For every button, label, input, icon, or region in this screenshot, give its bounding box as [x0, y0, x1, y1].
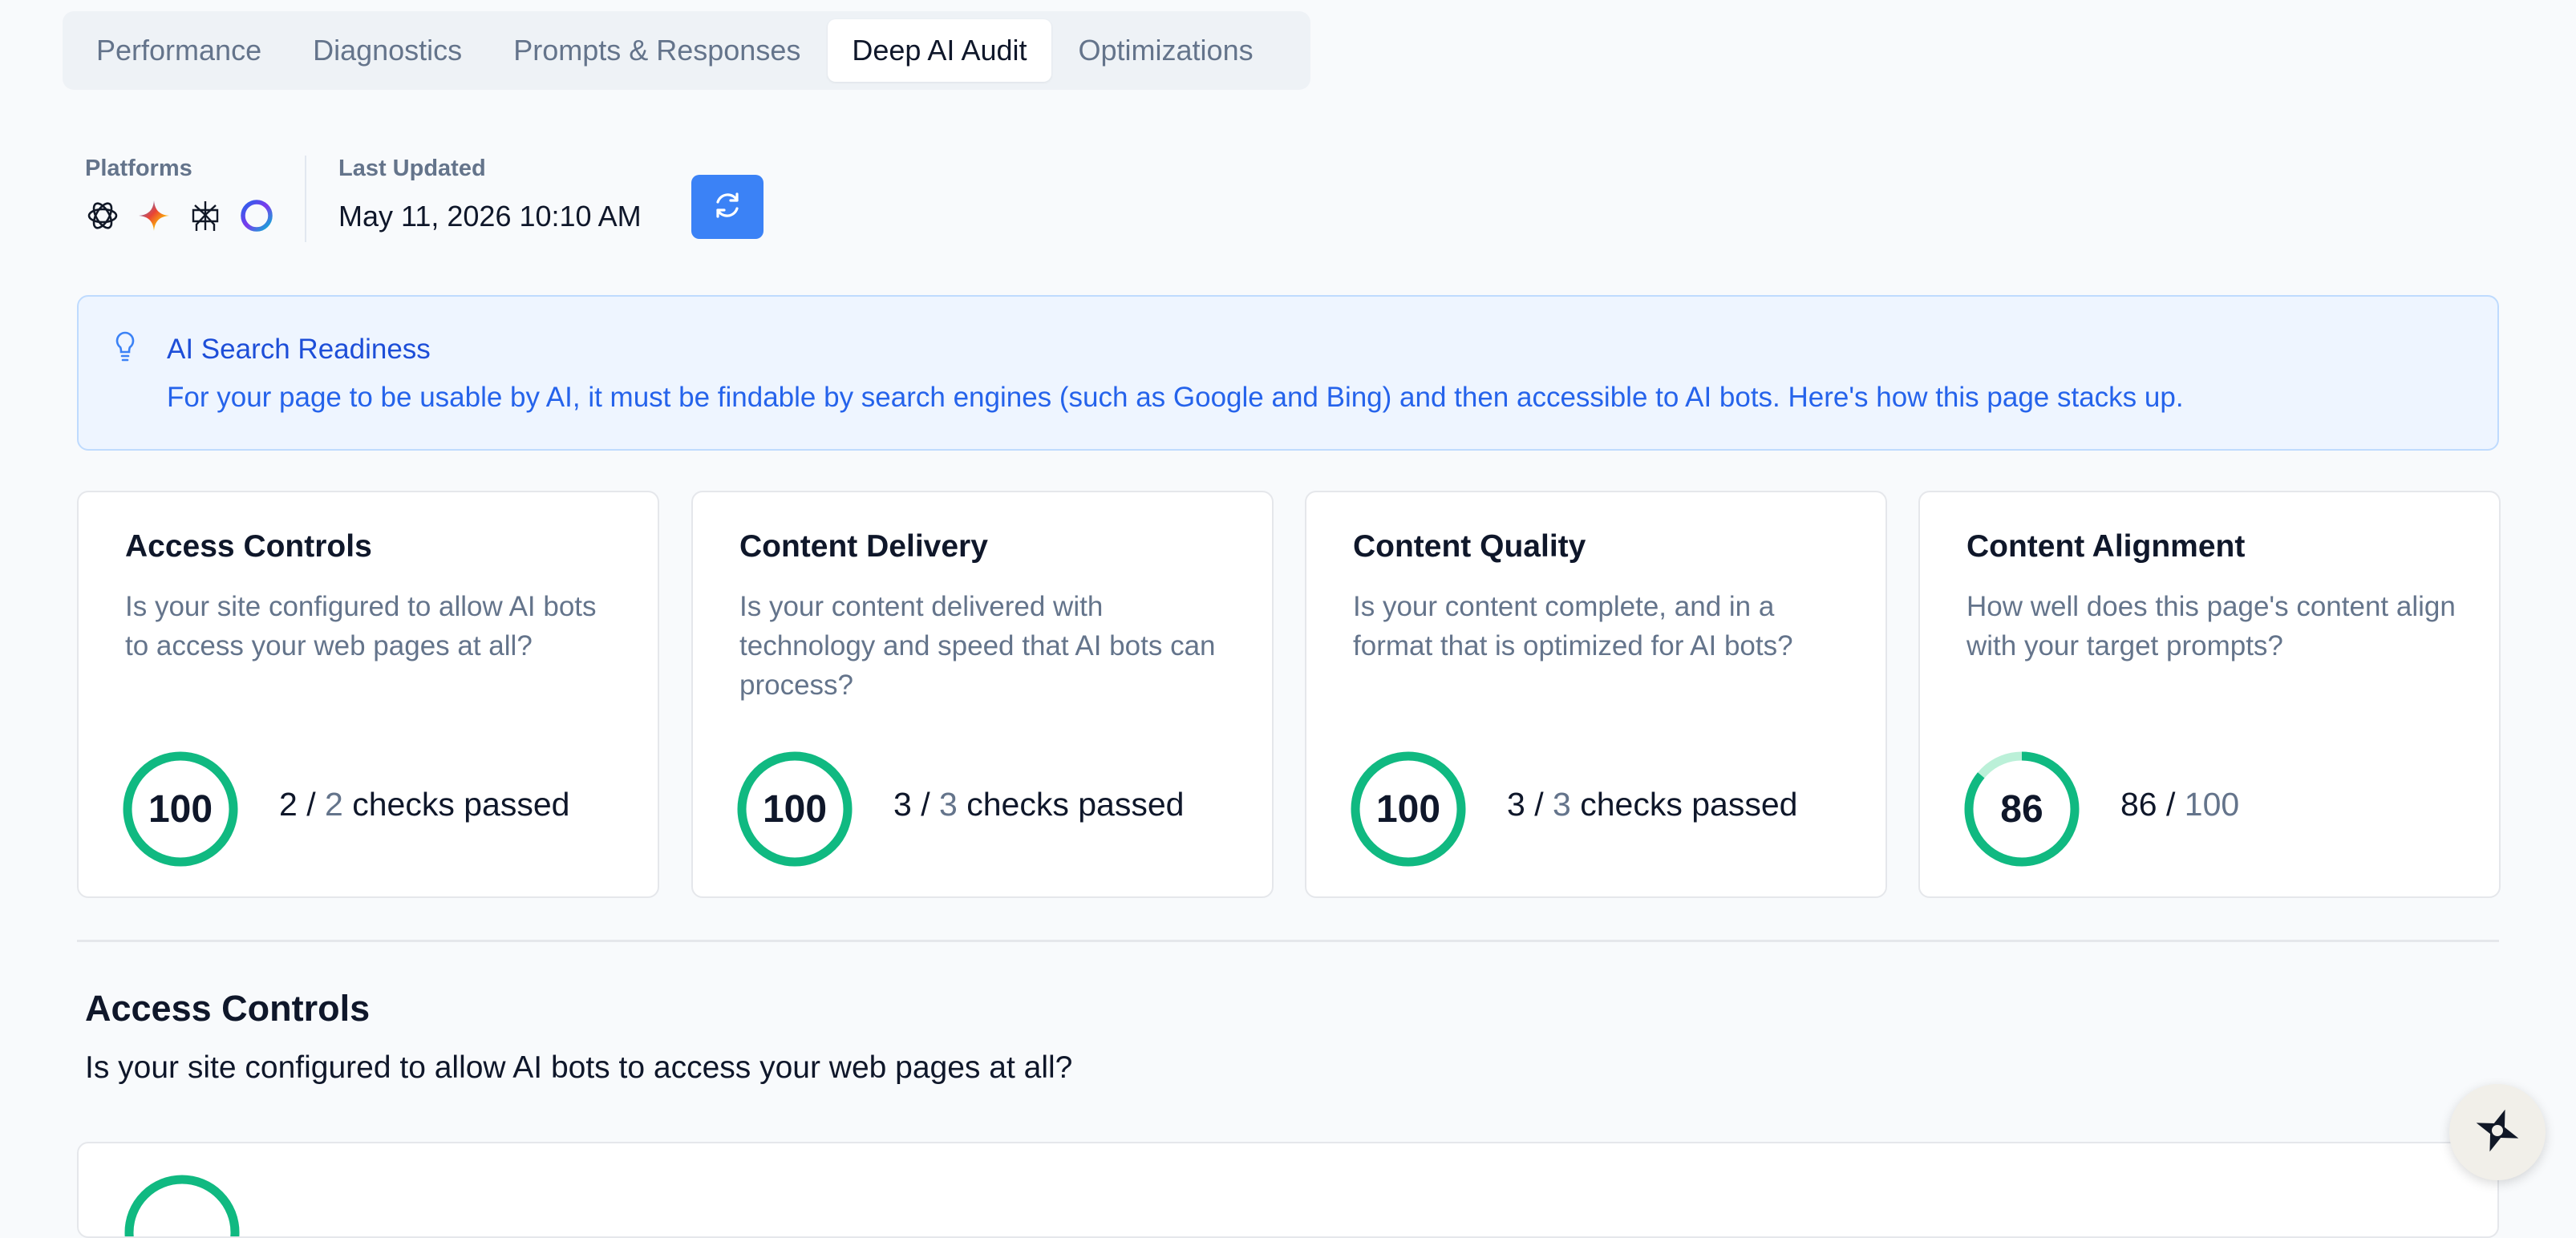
checks-passed: 3 / 3 checks passed — [893, 786, 1185, 823]
access-controls-card[interactable]: Access Controls Is your site configured … — [77, 491, 659, 898]
perplexity-icon — [188, 198, 223, 233]
section-subtitle: Is your site configured to allow AI bots… — [85, 1050, 1073, 1085]
checks-suffix: checks passed — [966, 786, 1185, 823]
total-count: 3 — [1553, 786, 1571, 823]
score-value: 100 — [148, 787, 213, 831]
banner-text: For your page to be usable by AI, it mus… — [167, 382, 2184, 413]
chatgpt-icon — [85, 198, 120, 233]
card-title: Content Alignment — [1966, 529, 2246, 564]
alignment-max: 100 — [2184, 786, 2240, 823]
section-divider — [77, 940, 2499, 942]
tab-prompts-responses[interactable]: Prompts & Responses — [489, 19, 824, 82]
platforms-block: Platforms — [85, 156, 274, 233]
score-ring — [124, 1175, 240, 1236]
tab-performance[interactable]: Performance — [72, 19, 286, 82]
audit-meta: Platforms Last Updated May 11, 2026 10:1… — [85, 156, 642, 242]
access-controls-detail-card — [77, 1142, 2499, 1238]
card-title: Content Delivery — [739, 529, 988, 564]
lightbulb-icon — [114, 330, 136, 370]
score-ring-track — [124, 1175, 240, 1236]
ai-search-readiness-banner: AI Search Readiness For your page to be … — [77, 295, 2499, 451]
card-description: Is your content complete, and in a forma… — [1353, 591, 1793, 661]
card-description: Is your content delivered with technolog… — [739, 591, 1216, 701]
passed-count: 3 — [893, 786, 912, 823]
assistant-button[interactable] — [2449, 1084, 2546, 1180]
passed-count: 2 — [279, 786, 298, 823]
score-value: 100 — [1375, 787, 1441, 831]
last-updated-value: May 11, 2026 10:10 AM — [338, 200, 642, 233]
copilot-icon — [239, 198, 274, 233]
score-value: 86 — [2000, 787, 2043, 831]
alignment-score: 86 / 100 — [2120, 786, 2240, 823]
card-description: Is your site configured to allow AI bots… — [125, 591, 597, 661]
passed-count: 3 — [1507, 786, 1525, 823]
meta-divider — [305, 156, 306, 242]
total-count: 3 — [939, 786, 958, 823]
banner-title: AI Search Readiness — [167, 334, 431, 365]
section-title: Access Controls — [85, 988, 371, 1029]
tab-optimizations[interactable]: Optimizations — [1055, 19, 1278, 82]
last-updated-label: Last Updated — [338, 156, 486, 181]
refresh-icon — [711, 189, 743, 225]
gemini-icon — [136, 198, 172, 233]
last-updated-block: Last Updated May 11, 2026 10:10 AM — [338, 156, 642, 233]
card-description: How well does this page's content align … — [1966, 591, 2456, 661]
platforms-label: Platforms — [85, 156, 192, 181]
platform-icons — [85, 198, 274, 233]
tab-bar: Performance Diagnostics Prompts & Respon… — [63, 11, 1310, 90]
score-value: 100 — [762, 787, 828, 831]
checks-passed: 2 / 2 checks passed — [279, 786, 570, 823]
card-title: Access Controls — [125, 529, 372, 564]
content-alignment-card[interactable]: Content Alignment How well does this pag… — [1918, 491, 2501, 898]
tab-diagnostics[interactable]: Diagnostics — [289, 19, 486, 82]
refresh-button[interactable] — [691, 175, 763, 239]
tab-deep-ai-audit[interactable]: Deep AI Audit — [828, 19, 1051, 82]
content-delivery-card[interactable]: Content Delivery Is your content deliver… — [691, 491, 1274, 898]
total-count: 2 — [325, 786, 343, 823]
checks-suffix: checks passed — [352, 786, 570, 823]
sparkle-icon — [2472, 1105, 2523, 1160]
alignment-value: 86 — [2120, 786, 2157, 823]
score-ring-fill — [124, 1175, 240, 1236]
card-title: Content Quality — [1353, 529, 1586, 564]
checks-passed: 3 / 3 checks passed — [1507, 786, 1798, 823]
content-quality-card[interactable]: Content Quality Is your content complete… — [1305, 491, 1887, 898]
checks-suffix: checks passed — [1580, 786, 1798, 823]
